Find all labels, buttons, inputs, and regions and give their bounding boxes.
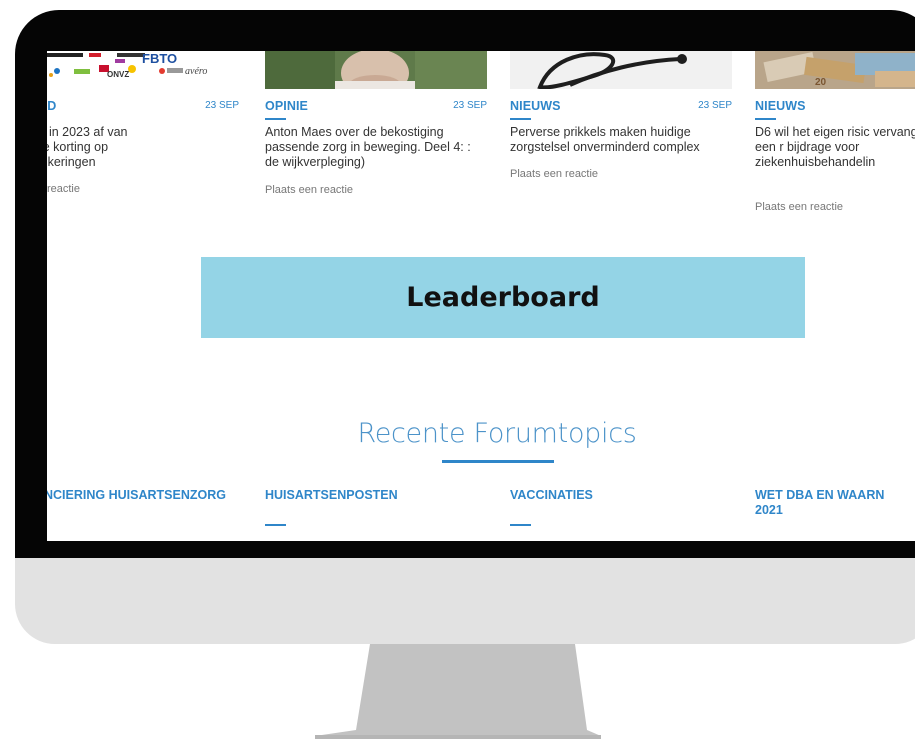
monitor-chin: [15, 558, 915, 644]
leaderboard-ad[interactable]: Leaderboard: [201, 257, 805, 338]
article-date: 23 SEP: [453, 100, 487, 111]
onvz-logo: ONVZ: [107, 70, 129, 79]
article-headline[interactable]: et wil in 2023 af van ctieve korting op …: [47, 125, 239, 170]
topic-underline: [265, 524, 286, 526]
forum-heading-underline: [442, 460, 554, 463]
article-photo-thumbnail[interactable]: [265, 51, 487, 89]
reaction-link[interactable]: s een reactie: [47, 183, 80, 195]
category-underline: [510, 118, 531, 120]
reaction-link[interactable]: Plaats een reactie: [265, 184, 353, 196]
article-meta: RHEID 23 SEP: [47, 99, 239, 115]
reaction-link[interactable]: Plaats een reactie: [510, 168, 598, 180]
article-category[interactable]: RHEID: [47, 99, 56, 113]
fbto-logo: FBTO: [142, 51, 177, 66]
reaction-link[interactable]: Plaats een reactie: [755, 201, 843, 213]
forum-section-heading: Recente Forumtopics: [357, 418, 637, 449]
forum-topic-link[interactable]: WET DBA EN WAARN 2021: [755, 488, 915, 518]
headline-line: et wil in 2023 af van ctieve korting op …: [47, 125, 128, 169]
article-category[interactable]: OPINIE: [265, 99, 308, 113]
screen: FBTO ONVZ avéro RHEID 23 SEP et wil in 2…: [47, 51, 915, 541]
svg-text:20: 20: [815, 77, 827, 88]
money-thumbnail[interactable]: 20: [755, 51, 915, 89]
article-date: 23 SEP: [205, 100, 239, 111]
forum-topic-link[interactable]: HUISARTSENPOSTEN: [265, 488, 487, 503]
category-underline: [265, 118, 286, 120]
category-underline: [755, 118, 776, 120]
forum-topic-link[interactable]: VACCINATIES: [510, 488, 732, 503]
article-headline[interactable]: Perverse prikkels maken huidige zorgstel…: [510, 125, 732, 155]
logo-wall-thumbnail[interactable]: FBTO ONVZ avéro: [47, 51, 239, 89]
article-meta: NIEUWS 23 SEP: [510, 99, 732, 115]
article-headline[interactable]: D6 wil het eigen risic vervangen door ee…: [755, 125, 915, 170]
monitor-stand: [315, 644, 601, 739]
avero-logo: avéro: [185, 66, 207, 77]
article-meta: NIEUWS: [755, 99, 915, 115]
forum-topic-link[interactable]: NCIERING HUISARTSENZORG: [47, 488, 266, 503]
article-category[interactable]: NIEUWS: [755, 99, 806, 113]
topic-underline: [510, 524, 531, 526]
stethoscope-thumbnail[interactable]: [510, 51, 732, 89]
article-date: 23 SEP: [698, 100, 732, 111]
article-category[interactable]: NIEUWS: [510, 99, 561, 113]
article-headline[interactable]: Anton Maes over de bekostiging passende …: [265, 125, 487, 170]
article-meta: OPINIE 23 SEP: [265, 99, 487, 115]
leaderboard-label: Leaderboard: [406, 282, 600, 313]
